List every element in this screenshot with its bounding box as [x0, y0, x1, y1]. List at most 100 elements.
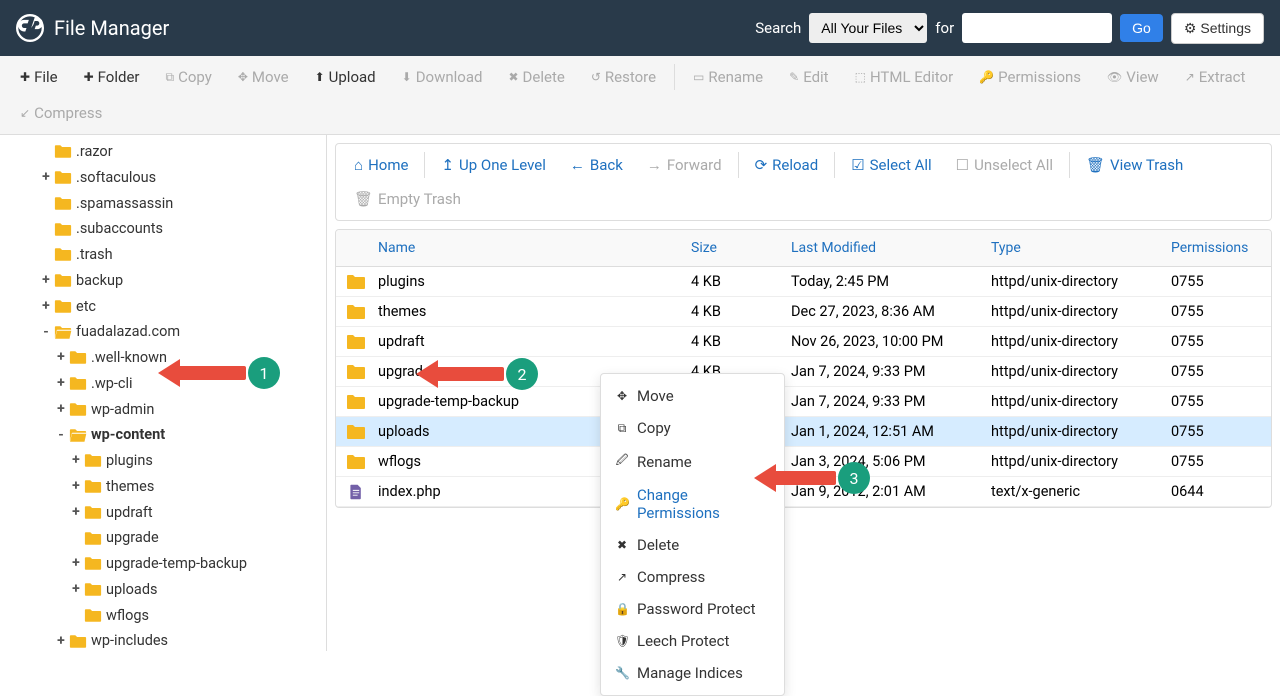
tree-item-subaccounts[interactable]: .subaccounts: [0, 216, 326, 242]
search-scope-select[interactable]: All Your Files: [809, 13, 927, 43]
toolbar-folder[interactable]: ✚Folder: [72, 60, 152, 94]
tree-item-upgrade[interactable]: upgrade: [0, 525, 326, 551]
toolbar-label: File: [34, 68, 58, 86]
callout-3: 3: [774, 462, 870, 494]
rename-icon: ▭: [693, 70, 704, 84]
ctx-label: Compress: [637, 568, 705, 586]
nav-view-trash[interactable]: 🗑View Trash: [1076, 150, 1193, 180]
tree-toggle-icon[interactable]: +: [55, 399, 67, 420]
folder-icon: [84, 582, 102, 597]
trash-icon: 🗑: [1086, 156, 1105, 174]
col-name[interactable]: Name: [336, 240, 691, 256]
tree-item-razor[interactable]: .razor: [0, 139, 326, 165]
tree-item-softaculous[interactable]: +.softaculous: [0, 165, 326, 191]
tree-item-plugins[interactable]: +plugins: [0, 448, 326, 474]
toolbar-label: Delete: [523, 68, 565, 86]
toolbar-upload[interactable]: ⬆Upload: [303, 60, 388, 94]
tree-item-uploads[interactable]: +uploads: [0, 577, 326, 603]
nav-select-all[interactable]: ☑Select All: [841, 150, 941, 180]
tree-item-wp-includes[interactable]: + wp-includes: [0, 628, 326, 651]
ctx-label: Leech Protect: [637, 632, 729, 650]
ctx-compress[interactable]: ↗ Compress: [601, 561, 784, 593]
search-input[interactable]: [962, 13, 1112, 43]
folder-icon: [84, 505, 102, 520]
ctx-manage-indices[interactable]: 🔧Manage Indices: [601, 657, 784, 689]
nav-home[interactable]: ⌂Home: [344, 150, 418, 180]
nav-label: Back: [590, 156, 623, 174]
tree-item-wp-admin[interactable]: +wp-admin: [0, 397, 326, 423]
tree-item-fuadalazadcom[interactable]: -fuadalazad.com: [0, 319, 326, 345]
cell-perm: 0644: [1171, 483, 1271, 500]
download-icon: ⬇: [402, 70, 412, 84]
tree-toggle-icon[interactable]: +: [55, 373, 67, 394]
ctx-label: Copy: [637, 419, 671, 437]
nav-bar: ⌂Home↥Up One Level←Back→Forward⟳Reload☑S…: [335, 143, 1272, 221]
tree-item-wflogs[interactable]: wflogs: [0, 603, 326, 629]
tree-item-updraft[interactable]: +updraft: [0, 500, 326, 526]
tree-toggle-icon[interactable]: +: [70, 579, 82, 600]
col-permissions[interactable]: Permissions: [1171, 240, 1271, 256]
tree-item-wp-content[interactable]: -wp-content: [0, 422, 326, 448]
tree-toggle-icon[interactable]: +: [40, 270, 52, 291]
folder-icon: [346, 304, 366, 320]
col-type[interactable]: Type: [991, 240, 1171, 256]
ctx-leech-protect[interactable]: 🛡Leech Protect: [601, 625, 784, 657]
copy-icon: ⧉: [166, 70, 175, 85]
restore-icon: ↺: [591, 70, 601, 84]
ctx-icon: ↗: [615, 570, 629, 584]
tree-toggle-icon[interactable]: -: [40, 322, 52, 343]
col-modified[interactable]: Last Modified: [791, 240, 991, 256]
toolbar-view: 👁 View: [1095, 60, 1171, 94]
nav-label: Forward: [667, 156, 722, 174]
col-size[interactable]: Size: [691, 240, 791, 256]
tree-toggle-icon[interactable]: +: [55, 347, 67, 368]
toolbar-label: Download: [416, 68, 483, 86]
tree-toggle-icon[interactable]: +: [70, 450, 82, 471]
tree-toggle-icon[interactable]: +: [40, 167, 52, 188]
ctx-label: Manage Indices: [637, 664, 743, 682]
tree-item-themes[interactable]: + themes: [0, 474, 326, 500]
table-row[interactable]: uploads4 KBJan 1, 2024, 12:51 AMhttpd/un…: [336, 417, 1271, 447]
tree-toggle-icon[interactable]: -: [55, 425, 67, 446]
nav-up-one-level[interactable]: ↥Up One Level: [431, 150, 555, 180]
cell-type: text/x-generic: [991, 483, 1171, 500]
tree-toggle-icon[interactable]: +: [70, 502, 82, 523]
tree-label: wp-includes: [91, 630, 168, 651]
tree-item-trash[interactable]: .trash: [0, 242, 326, 268]
tree-item-upgrade-temp-backup[interactable]: +upgrade-temp-backup: [0, 551, 326, 577]
eye-icon: 👁: [1107, 70, 1122, 84]
tree-toggle-icon[interactable]: +: [70, 553, 82, 574]
tree-toggle-icon[interactable]: +: [55, 631, 67, 651]
tree-toggle-icon[interactable]: +: [40, 296, 52, 317]
nav-back[interactable]: ← Back: [560, 150, 633, 180]
cpanel-icon: [16, 14, 44, 42]
ctx-delete[interactable]: ✖Delete: [601, 529, 784, 561]
for-label: for: [935, 19, 954, 37]
cell-size: 4 KB: [691, 303, 791, 320]
settings-button[interactable]: ⚙ Settings: [1171, 13, 1264, 44]
toolbar-label: View: [1126, 68, 1158, 86]
ctx-copy[interactable]: ⧉Copy: [601, 412, 784, 444]
tree-label: themes: [106, 476, 154, 498]
cell-perm: 0755: [1171, 303, 1271, 320]
toolbar-file[interactable]: ✚ File: [8, 60, 70, 94]
toolbar-label: Compress: [34, 104, 102, 122]
table-row[interactable]: upgrade-temp-backup4 KBJan 7, 2024, 9:33…: [336, 387, 1271, 417]
toolbar-label: Rename: [708, 68, 763, 86]
go-button[interactable]: Go: [1120, 14, 1163, 42]
table-row[interactable]: plugins4 KBToday, 2:45 PMhttpd/unix-dire…: [336, 267, 1271, 297]
tree-label: .well-known: [91, 347, 167, 369]
ctx-move[interactable]: ✥Move: [601, 380, 784, 412]
table-row[interactable]: themes4 KBDec 27, 2023, 8:36 AMhttpd/uni…: [336, 297, 1271, 327]
tree-item-backup[interactable]: +backup: [0, 268, 326, 294]
plus-icon: ✚: [20, 70, 30, 84]
ctx-password-protect[interactable]: 🔒Password Protect: [601, 593, 784, 625]
tree-item-etc[interactable]: +etc: [0, 294, 326, 320]
nav-reload[interactable]: ⟳Reload: [745, 150, 829, 180]
tree-item-spamassassin[interactable]: .spamassassin: [0, 191, 326, 217]
back-icon: ←: [570, 156, 585, 174]
table-row[interactable]: updraft4 KBNov 26, 2023, 10:00 PMhttpd/u…: [336, 327, 1271, 357]
trash-icon: 🗑: [354, 190, 373, 208]
edit-icon: ✎: [789, 70, 799, 84]
tree-toggle-icon[interactable]: +: [70, 476, 82, 497]
